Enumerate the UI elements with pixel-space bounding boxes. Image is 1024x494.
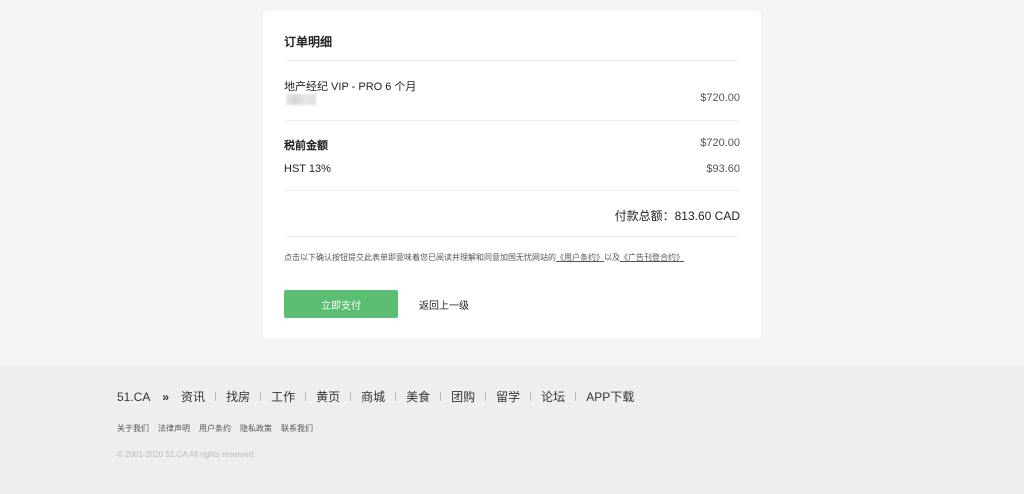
footer-nav-item[interactable]: 工作 xyxy=(271,388,295,405)
separator xyxy=(305,392,307,401)
footer-nav-item[interactable]: 资讯 xyxy=(181,388,205,405)
separator xyxy=(575,392,577,401)
footer-nav-item[interactable]: APP下载 xyxy=(586,388,634,405)
footer-nav-item[interactable]: 找房 xyxy=(226,388,250,405)
user-terms-link[interactable]: 《用户条约》 xyxy=(556,253,604,262)
footer-nav-item[interactable]: 黄页 xyxy=(316,388,340,405)
divider xyxy=(284,120,740,121)
agreement-text: 点击以下确认按钮提交此表单即意味着您已阅读并理解和同意加国无忧网站的《用户条约》… xyxy=(284,252,684,263)
divider xyxy=(284,190,740,191)
footer-link-about[interactable]: 关于我们 xyxy=(117,423,149,434)
separator xyxy=(440,392,442,401)
footer-links: 关于我们 法律声明 用户条约 隐私政策 联系我们 xyxy=(117,423,313,434)
footer-link-contact[interactable]: 联系我们 xyxy=(281,423,313,434)
divider xyxy=(284,60,740,61)
main-area: 订单明细 地产经纪 VIP - PRO 6 个月 $720.00 税前金额 $7… xyxy=(0,0,1024,366)
subtotal-amount: $720.00 xyxy=(700,137,740,149)
ad-contract-link[interactable]: 《广告刊登合约》 xyxy=(620,253,684,262)
footer-nav-item[interactable]: 商城 xyxy=(361,388,385,405)
product-amount: $720.00 xyxy=(700,92,740,104)
footer-link-terms[interactable]: 用户条约 xyxy=(199,423,231,434)
subtotal-label: 税前金额 xyxy=(284,140,328,152)
footer: 51.CA » 资讯 找房 工作 黄页 商城 美食 团购 留学 论坛 APP下载… xyxy=(0,366,1024,494)
footer-nav-item[interactable]: 论坛 xyxy=(541,388,565,405)
pay-now-button[interactable]: 立即支付 xyxy=(284,290,398,318)
page: 订单明细 地产经纪 VIP - PRO 6 个月 $720.00 税前金额 $7… xyxy=(0,0,1024,494)
footer-link-privacy[interactable]: 隐私政策 xyxy=(240,423,272,434)
separator xyxy=(215,392,217,401)
separator xyxy=(485,392,487,401)
footer-nav-item[interactable]: 团购 xyxy=(451,388,475,405)
total-amount: 付款总额：813.60 CAD xyxy=(614,209,740,223)
footer-nav-item[interactable]: 美食 xyxy=(406,388,430,405)
footer-link-legal[interactable]: 法律声明 xyxy=(158,423,190,434)
product-name: 地产经纪 VIP - PRO 6 个月 xyxy=(284,81,417,93)
footer-brand[interactable]: 51.CA xyxy=(117,390,150,404)
order-title: 订单明细 xyxy=(284,35,333,49)
tax-label: HST 13% xyxy=(284,163,331,175)
order-card: 订单明细 地产经纪 VIP - PRO 6 个月 $720.00 税前金额 $7… xyxy=(263,11,761,338)
agreement-middle: 以及 xyxy=(604,253,620,262)
separator xyxy=(530,392,532,401)
agreement-prefix: 点击以下确认按钮提交此表单即意味着您已阅读并理解和同意加国无忧网站的 xyxy=(284,253,556,262)
separator xyxy=(260,392,262,401)
blurred-detail xyxy=(286,94,316,105)
footer-nav-item[interactable]: 留学 xyxy=(496,388,520,405)
chevron-right-icon: » xyxy=(162,389,170,404)
divider xyxy=(284,236,740,237)
back-link[interactable]: 返回上一级 xyxy=(419,297,469,312)
footer-nav: 51.CA » 资讯 找房 工作 黄页 商城 美食 团购 留学 论坛 APP下载 xyxy=(117,388,634,405)
copyright: © 2001-2020 51.CA All rights reserved. xyxy=(117,450,256,459)
tax-amount: $93.60 xyxy=(706,163,740,175)
separator xyxy=(395,392,397,401)
separator xyxy=(350,392,352,401)
